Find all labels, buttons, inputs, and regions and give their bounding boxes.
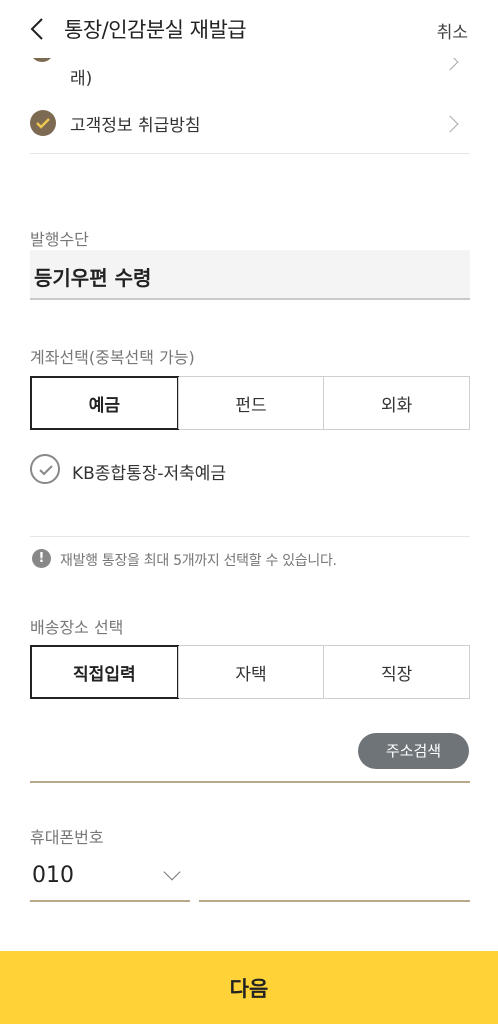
- issue-method-label: 발행수단: [30, 230, 89, 249]
- check-circle-outline-icon[interactable]: [30, 454, 60, 484]
- tab-direct-input[interactable]: 직접입력: [30, 645, 179, 699]
- next-button[interactable]: 다음: [0, 951, 498, 1024]
- tab-work[interactable]: 직장: [323, 646, 469, 698]
- delivery-location-tabs: 직접입력 자택 직장: [30, 645, 470, 699]
- app-header: 통장/인감분실 재발급 취소: [0, 0, 498, 58]
- check-circle-icon[interactable]: [30, 110, 56, 136]
- page-title: 통장/인감분실 재발급: [64, 18, 247, 42]
- address-search-button[interactable]: 주소검색: [358, 733, 469, 769]
- delivery-label: 배송장소 선택: [30, 618, 124, 637]
- terms-item-clipped-label: 래): [70, 69, 93, 89]
- back-arrow-icon[interactable]: [24, 15, 52, 43]
- tab-home[interactable]: 자택: [177, 646, 324, 698]
- account-select-label: 계좌선택(중복선택 가능): [30, 348, 195, 367]
- divider: [30, 536, 470, 537]
- account-item[interactable]: KB종합통장-저축예금: [30, 450, 470, 490]
- terms-item-privacy[interactable]: 고객정보 취급방침: [30, 104, 470, 144]
- notice: ! 재발행 통장을 최대 5개까지 선택할 수 있습니다.: [30, 546, 470, 572]
- info-icon: !: [32, 549, 51, 568]
- phone-prefix-select[interactable]: 010: [30, 858, 190, 902]
- address-field-underline[interactable]: [30, 781, 470, 783]
- chevron-right-icon: [441, 115, 459, 133]
- divider: [30, 153, 470, 154]
- phone-prefix-value: 010: [32, 863, 74, 888]
- phone-prefix-underline: [30, 900, 190, 902]
- notice-text: 재발행 통장을 최대 5개까지 선택할 수 있습니다.: [60, 553, 337, 569]
- account-item-label: KB종합통장-저축예금: [72, 464, 227, 484]
- issue-method-value: 등기우편 수령: [34, 266, 152, 290]
- terms-item-clipped[interactable]: 래): [30, 52, 470, 98]
- tab-foreign-currency[interactable]: 외화: [323, 377, 469, 429]
- tab-deposit[interactable]: 예금: [30, 376, 179, 430]
- issue-method-field: 등기우편 수령: [30, 250, 470, 300]
- tab-fund[interactable]: 펀드: [177, 377, 324, 429]
- phone-number-field[interactable]: [199, 900, 470, 902]
- phone-label: 휴대폰번호: [30, 828, 104, 847]
- cancel-link[interactable]: 취소: [437, 18, 468, 43]
- terms-item-privacy-label: 고객정보 취급방침: [70, 116, 201, 136]
- account-type-tabs: 예금 펀드 외화: [30, 376, 470, 430]
